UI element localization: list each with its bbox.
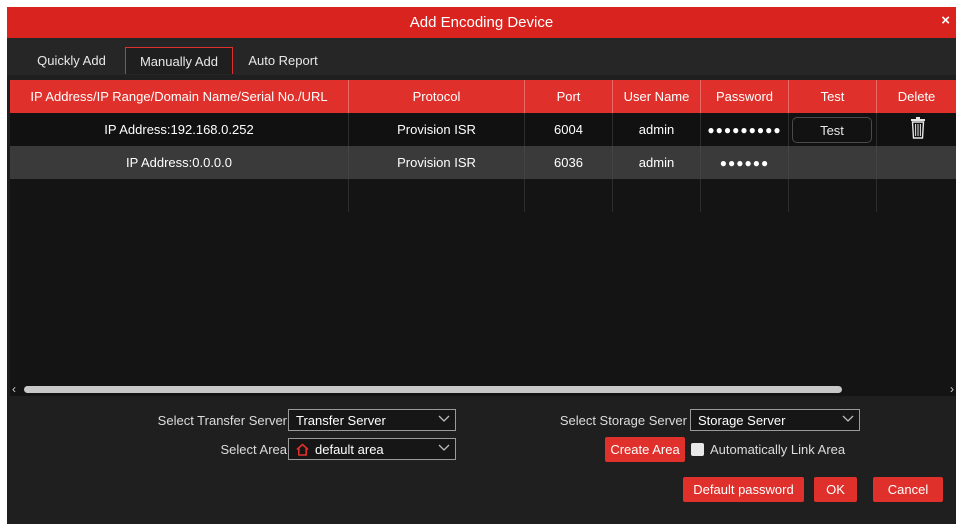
- table-row[interactable]: IP Address:0.0.0.0 Provision ISR 6036 ad…: [10, 146, 956, 179]
- tab-auto-report[interactable]: Auto Report: [236, 47, 330, 74]
- transfer-server-label: Select Transfer Server: [157, 413, 287, 428]
- area-value: default area: [315, 442, 384, 457]
- chevron-down-icon: [438, 415, 450, 422]
- scrollbar-thumb[interactable]: [24, 386, 842, 393]
- cell-port: 6004: [525, 113, 613, 146]
- column-header-password[interactable]: Password: [701, 80, 789, 113]
- test-button[interactable]: Test: [792, 117, 872, 143]
- scroll-right-icon[interactable]: ›: [950, 382, 954, 396]
- cancel-button[interactable]: Cancel: [873, 477, 943, 502]
- column-header-port[interactable]: Port: [525, 80, 613, 113]
- cell-port: 6036: [525, 146, 613, 179]
- column-header-test[interactable]: Test: [789, 80, 877, 113]
- cell-test: Test: [789, 113, 877, 146]
- cell-empty: [349, 179, 525, 212]
- column-header-delete[interactable]: Delete: [877, 80, 956, 113]
- auto-link-area-label: Automatically Link Area: [710, 442, 846, 457]
- add-encoding-device-dialog: Add Encoding Device × Quickly Add Manual…: [7, 7, 956, 524]
- default-password-button[interactable]: Default password: [683, 477, 804, 502]
- dialog-title: Add Encoding Device: [409, 14, 554, 31]
- cell-user-name: admin: [613, 146, 701, 179]
- cell-protocol: Provision ISR: [349, 146, 525, 179]
- device-table: IP Address/IP Range/Domain Name/Serial N…: [10, 80, 956, 394]
- storage-server-select[interactable]: Storage Server: [690, 409, 860, 431]
- cell-delete: [877, 146, 956, 179]
- tab-bar: Quickly Add Manually Add Auto Report: [7, 38, 956, 75]
- tab-manually-add[interactable]: Manually Add: [125, 47, 233, 74]
- chevron-down-icon: [438, 444, 450, 451]
- scroll-left-icon[interactable]: ‹: [12, 382, 16, 396]
- title-bar: Add Encoding Device ×: [7, 7, 956, 38]
- table-row[interactable]: IP Address:192.168.0.252 Provision ISR 6…: [10, 113, 956, 146]
- cell-password: ●●●●●●: [701, 146, 789, 179]
- cell-empty: [613, 179, 701, 212]
- ok-button[interactable]: OK: [814, 477, 857, 502]
- storage-server-value: Storage Server: [698, 413, 786, 428]
- home-icon: [296, 443, 309, 456]
- close-icon[interactable]: ×: [941, 12, 950, 29]
- tab-quickly-add[interactable]: Quickly Add: [21, 47, 122, 74]
- cell-delete: [877, 113, 956, 146]
- column-header-address[interactable]: IP Address/IP Range/Domain Name/Serial N…: [10, 80, 349, 113]
- cell-user-name: admin: [613, 113, 701, 146]
- cell-test: [789, 146, 877, 179]
- cell-empty: [789, 179, 877, 212]
- cell-empty: [525, 179, 613, 212]
- transfer-server-select[interactable]: Transfer Server: [288, 409, 456, 431]
- cell-empty: [701, 179, 789, 212]
- chevron-down-icon: [842, 415, 854, 422]
- horizontal-scrollbar[interactable]: ‹ ›: [10, 382, 956, 396]
- column-header-protocol[interactable]: Protocol: [349, 80, 525, 113]
- auto-link-area-checkbox[interactable]: [691, 443, 704, 456]
- transfer-server-value: Transfer Server: [296, 413, 386, 428]
- storage-server-label: Select Storage Server: [559, 413, 687, 428]
- cell-address: IP Address:0.0.0.0: [10, 146, 349, 179]
- column-header-user-name[interactable]: User Name: [613, 80, 701, 113]
- cell-empty: [10, 179, 349, 212]
- cell-empty: [877, 179, 956, 212]
- table-row: [10, 179, 956, 212]
- area-label: Select Area: [220, 442, 288, 457]
- area-select[interactable]: default area: [288, 438, 456, 460]
- cell-protocol: Provision ISR: [349, 113, 525, 146]
- create-area-button[interactable]: Create Area: [605, 437, 685, 462]
- trash-icon[interactable]: [911, 117, 925, 139]
- cell-address: IP Address:192.168.0.252: [10, 113, 349, 146]
- cell-password: ●●●●●●●●●: [701, 113, 789, 146]
